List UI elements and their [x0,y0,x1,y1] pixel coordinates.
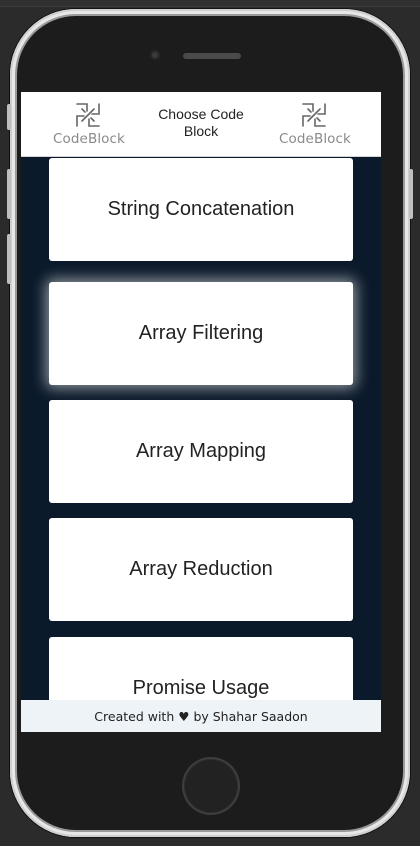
footer-suffix: by Shahar Saadon [193,709,308,724]
logo-text: CodeBlock [53,131,125,147]
volume-up-button [7,169,11,219]
code-block-label: Array Reduction [129,558,273,580]
codeblock-logo-left[interactable]: CodeBlock [53,100,125,150]
page-title: Choose Code Block [158,106,244,139]
code-block-card[interactable]: Array Reduction [49,518,353,621]
code-block-label: Array Mapping [135,440,267,462]
code-block-card[interactable]: String Concatenation [49,158,353,261]
front-camera [150,50,160,60]
top-strip [0,0,420,7]
codeblock-logo-right[interactable]: CodeBlock [279,100,351,150]
heart-icon: ♥ [178,709,190,724]
code-block-card[interactable]: Array Filtering [49,282,353,385]
code-block-label: Promise Usage [132,677,270,699]
speaker-grille [183,53,241,59]
code-block-label: Array Filtering [138,322,264,344]
power-button [409,169,413,219]
app-footer: Created with ♥ by Shahar Saadon [21,700,381,732]
code-block-card[interactable]: Array Mapping [49,400,353,503]
code-block-list[interactable]: String Concatenation Array Filtering Arr… [21,92,381,700]
page: String Concatenation Array Filtering Arr… [0,0,420,846]
code-block-card[interactable]: Promise Usage [49,637,353,700]
codeblock-logo-icon [302,103,326,127]
app-header: CodeBlock Choose Code Block CodeBlock [21,92,381,157]
mute-switch [7,104,11,130]
codeblock-logo-icon [76,103,100,127]
volume-down-button [7,234,11,284]
code-block-label: String Concatenation [107,198,295,220]
app-screen: String Concatenation Array Filtering Arr… [21,92,381,732]
footer-prefix: Created with [94,709,175,724]
home-button[interactable] [184,759,238,813]
logo-text: CodeBlock [279,131,351,147]
